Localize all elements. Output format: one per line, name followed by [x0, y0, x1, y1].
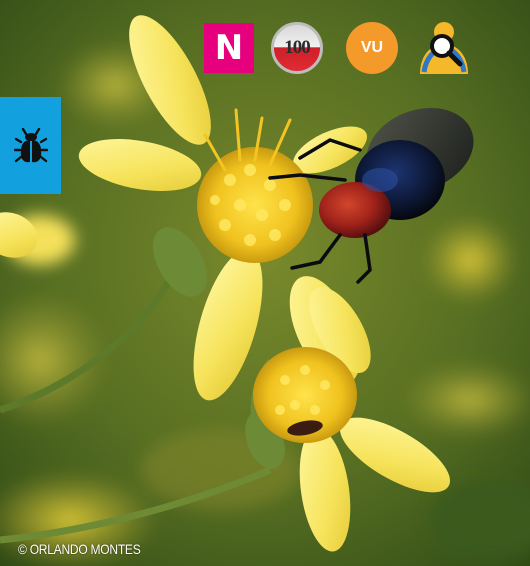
- vulnerable-status-badge[interactable]: VU: [346, 22, 398, 74]
- native-species-badge[interactable]: N: [204, 23, 254, 73]
- flower-fly-photo: [0, 0, 530, 566]
- top-100-label: 100: [284, 37, 310, 58]
- identify-species-button[interactable]: [416, 18, 472, 76]
- status-badge-label: VU: [360, 39, 384, 56]
- magnifier-person-icon: [420, 22, 468, 74]
- top-100-badge[interactable]: 100: [271, 22, 323, 74]
- photo-credit: © ORLANDO MONTES: [18, 541, 141, 557]
- insect-category-tab[interactable]: [0, 97, 61, 194]
- native-badge-label: N: [214, 28, 244, 68]
- species-card: N 100 VU © ORLANDO MONTES: [0, 0, 530, 566]
- insect-icon: [13, 127, 48, 162]
